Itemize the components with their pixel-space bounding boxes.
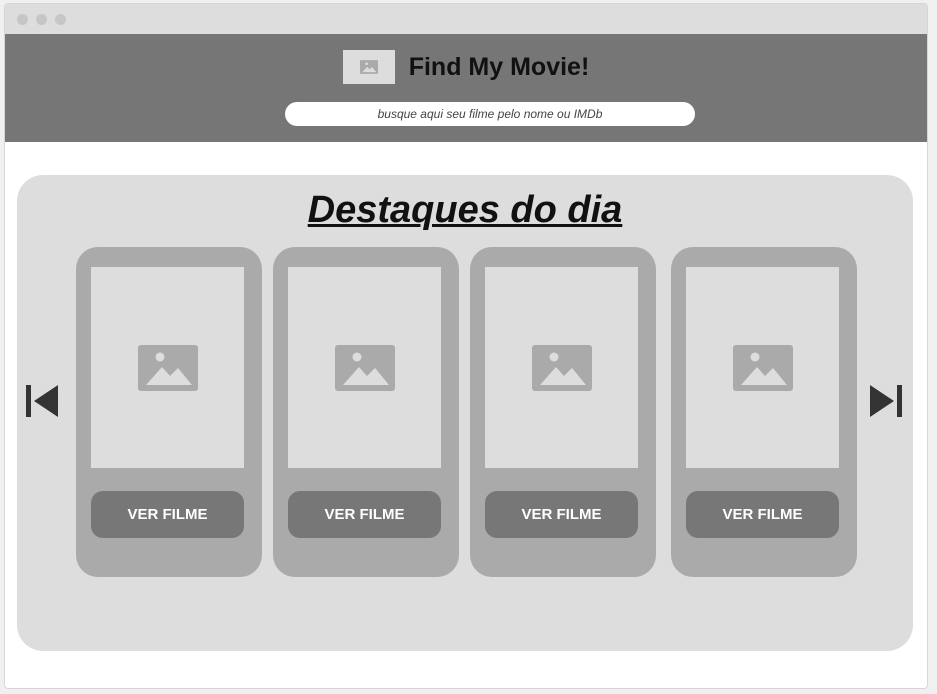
poster-image-icon <box>732 344 793 391</box>
poster-image-icon <box>137 344 198 391</box>
view-movie-button[interactable]: VER FILME <box>485 491 638 538</box>
movie-card: VER FILME <box>76 247 262 577</box>
poster-image-icon <box>334 344 395 391</box>
featured-panel: Destaques do dia VER FILME VER FILME VER… <box>17 175 913 651</box>
view-movie-button[interactable]: VER FILME <box>288 491 441 538</box>
movie-card: VER FILME <box>671 247 857 577</box>
window-close-dot[interactable] <box>17 13 28 25</box>
brand: Find My Movie! <box>5 50 927 84</box>
movie-card: VER FILME <box>470 247 656 577</box>
search-input[interactable] <box>285 102 695 126</box>
movie-poster[interactable] <box>686 267 839 468</box>
window-minimize-dot[interactable] <box>36 13 47 25</box>
movie-card: VER FILME <box>273 247 459 577</box>
movie-poster[interactable] <box>485 267 638 468</box>
next-button[interactable] <box>869 383 903 419</box>
movie-poster[interactable] <box>91 267 244 468</box>
window-titlebar <box>5 4 927 34</box>
view-movie-button[interactable]: VER FILME <box>91 491 244 538</box>
site-header: Find My Movie! <box>5 34 927 142</box>
skip-previous-icon <box>26 385 58 417</box>
movie-poster[interactable] <box>288 267 441 468</box>
app-title: Find My Movie! <box>408 52 590 81</box>
logo-image-icon <box>342 50 395 84</box>
view-movie-button[interactable]: VER FILME <box>686 491 839 538</box>
section-title: Destaques do dia <box>307 189 623 231</box>
skip-next-icon <box>870 385 902 417</box>
window-maximize-dot[interactable] <box>55 13 66 25</box>
poster-image-icon <box>531 344 592 391</box>
previous-button[interactable] <box>25 383 59 419</box>
browser-window: Find My Movie! Destaques do dia VER FILM… <box>4 3 928 689</box>
